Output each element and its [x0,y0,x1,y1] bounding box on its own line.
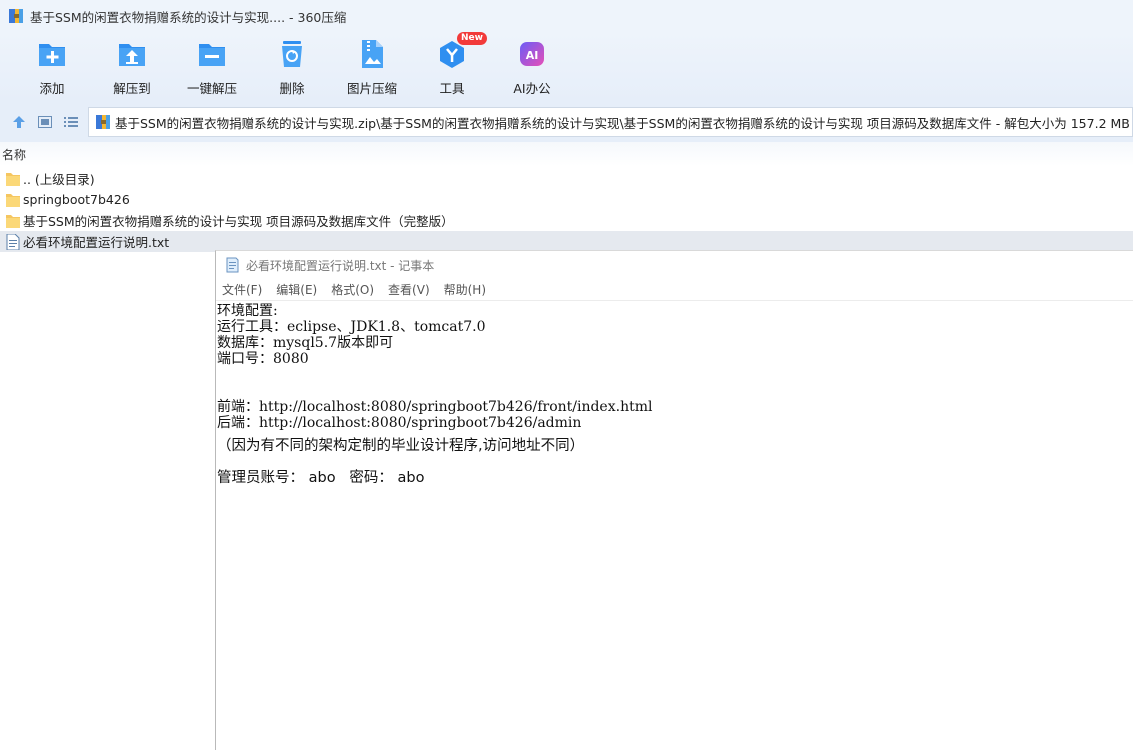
add-button[interactable]: 添加 [12,32,92,102]
list-item-label: springboot7b426 [23,192,130,207]
notepad-menu-bar: 文件(F) 编辑(E) 格式(O) 查看(V) 帮助(H) [216,279,1133,301]
list-item-readme-txt[interactable]: 必看环境配置运行说明.txt [0,231,1133,252]
folder-icon [6,172,20,186]
extract-to-icon [119,44,145,66]
notepad-title: 必看环境配置运行说明.txt - 记事本 [246,258,435,273]
file-list: .. (上级目录) springboot7b426 基于SSM的闲置衣物捐赠系统… [0,168,1133,252]
main-toolbar: 添加 解压到 一键解压 删除 图片压缩 New 工具 AI AI办公 [0,32,1133,102]
list-item-label: 基于SSM的闲置衣物捐赠系统的设计与实现 项目源码及数据库文件（完整版） [23,214,454,229]
one-click-extract-icon [199,44,225,66]
thumbnail-view-button[interactable] [32,107,58,137]
add-folder-icon [39,44,65,66]
list-item-label: 必看环境配置运行说明.txt [23,235,170,250]
notepad-title-bar: 必看环境配置运行说明.txt - 记事本 [216,251,1133,279]
text-line-frontend-url: 前端：http://localhost:8080/springboot7b426… [217,399,653,415]
image-compress-label: 图片压缩 [346,81,397,96]
menu-help[interactable]: 帮助(H) [444,281,486,298]
list-view-icon [64,117,78,127]
tools-label: 工具 [439,81,465,96]
notepad-text-area[interactable]: 环境配置: 运行工具：eclipse、JDK1.8、tomcat7.0 数据库：… [216,301,1133,489]
extract-to-button[interactable]: 解压到 [92,32,172,102]
archive-app-icon [8,8,24,24]
image-compress-button[interactable]: 图片压缩 [332,32,412,102]
text-file-icon [6,233,20,250]
ai-office-label: AI办公 [513,81,551,96]
text-line-env-config: 环境配置: [217,303,278,319]
notepad-window: 必看环境配置运行说明.txt - 记事本 文件(F) 编辑(E) 格式(O) 查… [215,250,1133,750]
list-item-springboot-folder[interactable]: springboot7b426 [0,189,1133,210]
list-item-label: .. (上级目录) [23,172,95,187]
new-badge: New [457,32,487,45]
list-item-source-folder[interactable]: 基于SSM的闲置衣物捐赠系统的设计与实现 项目源码及数据库文件（完整版） [0,210,1133,231]
address-path-text: 基于SSM的闲置衣物捐赠系统的设计与实现.zip\基于SSM的闲置衣物捐赠系统的… [115,115,1130,131]
ai-office-icon: AI [520,42,544,66]
folder-icon [6,214,20,228]
delete-label: 删除 [279,81,305,96]
menu-file[interactable]: 文件(F) [222,281,262,298]
text-line-database: 数据库：mysql5.7版本即可 [217,335,394,351]
add-label: 添加 [39,81,65,96]
notepad-icon [226,257,239,273]
image-compress-icon [362,40,383,68]
one-click-extract-label: 一键解压 [186,81,237,96]
one-click-extract-button[interactable]: 一键解压 [172,32,252,102]
menu-format[interactable]: 格式(O) [331,281,374,298]
address-path-field[interactable]: 基于SSM的闲置衣物捐赠系统的设计与实现.zip\基于SSM的闲置衣物捐赠系统的… [88,107,1133,137]
extract-to-label: 解压到 [113,81,151,96]
text-line-backend-url: 后端：http://localhost:8080/springboot7b426… [217,415,582,431]
text-line-port: 端口号：8080 [217,351,309,367]
menu-view[interactable]: 查看(V) [388,281,430,298]
column-header-name[interactable]: 名称 [0,142,1133,166]
title-bar: 基于SSM的闲置衣物捐赠系统的设计与实现.... - 360压缩 [0,0,1133,32]
menu-edit[interactable]: 编辑(E) [276,281,317,298]
thumbnail-view-icon [38,116,52,128]
column-header-label: 名称 [2,147,27,162]
recycle-bin-icon [282,41,302,67]
ai-office-button[interactable]: AI AI办公 [492,32,572,102]
text-line-admin-account: 管理员账号： abo 密码： abo [217,470,425,486]
up-level-button[interactable] [6,107,32,137]
window-title: 基于SSM的闲置衣物捐赠系统的设计与实现.... - 360压缩 [30,9,347,25]
delete-button[interactable]: 删除 [252,32,332,102]
folder-icon [6,193,20,207]
text-line-note: （因为有不同的架构定制的毕业设计程序,访问地址不同） [217,438,585,454]
archive-icon [96,115,110,129]
arrow-up-icon [13,116,25,128]
list-view-button[interactable] [58,107,84,137]
text-line-run-tools: 运行工具：eclipse、JDK1.8、tomcat7.0 [217,319,486,335]
ai-glyph: AI [526,49,539,62]
tools-button[interactable]: New 工具 [412,32,492,102]
address-bar: 基于SSM的闲置衣物捐赠系统的设计与实现.zip\基于SSM的闲置衣物捐赠系统的… [0,102,1133,142]
list-item-parent-dir[interactable]: .. (上级目录) [0,168,1133,189]
